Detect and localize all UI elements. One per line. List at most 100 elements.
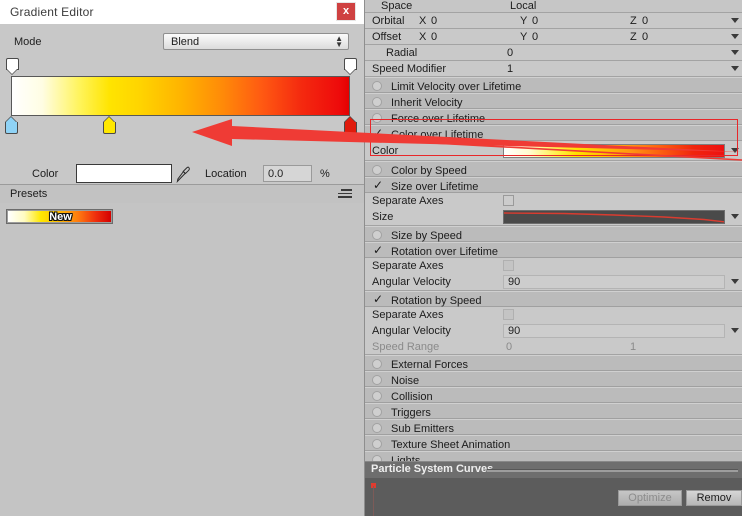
row-rot-lifetime-angular-velocity: Angular Velocity 90 <box>365 274 742 291</box>
offset-x-axis: X <box>419 31 427 43</box>
offset-z-axis: Z <box>630 31 637 43</box>
angular-velocity-input[interactable]: 90 <box>503 275 725 289</box>
separate-axes-checkbox[interactable] <box>503 260 514 271</box>
space-label: Space <box>381 0 413 12</box>
orbital-x-value[interactable]: 0 <box>431 15 437 27</box>
module-size-by-speed[interactable]: Size by Speed <box>365 226 742 242</box>
row-rot-lifetime-separate-axes: Separate Axes <box>365 258 742 274</box>
module-toggle-icon[interactable] <box>372 81 382 91</box>
module-size-over-lifetime[interactable]: ✓ Size over Lifetime <box>365 177 742 193</box>
checkmark-icon[interactable]: ✓ <box>372 244 384 257</box>
row-radial: Radial 0 <box>365 45 742 61</box>
speed-range-min[interactable]: 0 <box>506 341 512 353</box>
mode-dropdown[interactable]: Blend ▲ ▼ <box>163 33 349 50</box>
module-toggle-icon[interactable] <box>372 165 382 175</box>
size-label: Size <box>372 211 394 223</box>
chevron-down-icon[interactable] <box>731 34 739 39</box>
module-toggle-icon[interactable] <box>372 407 382 417</box>
list-item[interactable]: New <box>6 209 113 224</box>
orbital-z-axis: Z <box>630 15 637 27</box>
row-size-curve: Size <box>365 209 742 226</box>
optimize-button[interactable]: Optimize <box>618 490 682 506</box>
module-toggle-icon[interactable] <box>372 423 382 433</box>
size-curve-field[interactable] <box>503 210 725 224</box>
chevron-down-icon[interactable] <box>731 50 739 55</box>
speed-modifier-value[interactable]: 1 <box>507 63 513 75</box>
remove-button[interactable]: Remov <box>686 490 742 506</box>
color-swatch[interactable] <box>76 164 172 183</box>
angular-velocity-label: Angular Velocity <box>372 276 451 288</box>
module-force-over-lifetime[interactable]: Force over Lifetime <box>365 109 742 125</box>
offset-y-value[interactable]: 0 <box>532 31 538 43</box>
checkmark-icon[interactable]: ✓ <box>372 293 384 306</box>
gradient-editor-body: Mode Blend ▲ ▼ Color Location 0.0 % Pres… <box>0 24 364 516</box>
alpha-stop-start[interactable] <box>6 58 19 76</box>
location-input[interactable]: 0.0 <box>263 165 312 182</box>
chevron-down-icon[interactable] <box>731 148 739 153</box>
location-unit: % <box>320 168 330 180</box>
module-toggle-icon[interactable] <box>372 230 382 240</box>
module-toggle-icon[interactable] <box>372 359 382 369</box>
color-gradient-field[interactable] <box>503 144 725 158</box>
orbital-z-value[interactable]: 0 <box>642 15 648 27</box>
module-triggers[interactable]: Triggers <box>365 403 742 419</box>
chevron-down-icon[interactable] <box>731 328 739 333</box>
offset-y-axis: Y <box>520 31 528 43</box>
module-inherit-velocity[interactable]: Inherit Velocity <box>365 93 742 109</box>
checkmark-icon[interactable]: ✓ <box>372 127 384 140</box>
preset-name: New <box>49 211 72 223</box>
divider <box>487 469 738 472</box>
orbital-x-axis: X <box>419 15 427 27</box>
close-icon[interactable]: x <box>336 2 356 21</box>
orbital-label: Orbital <box>372 15 405 27</box>
module-toggle-icon[interactable] <box>372 439 382 449</box>
presets-header: Presets <box>0 184 364 205</box>
radial-value[interactable]: 0 <box>507 47 513 59</box>
chevron-down-icon[interactable] <box>731 279 739 284</box>
color-field-label: Color <box>372 145 399 157</box>
module-external-forces[interactable]: External Forces <box>365 355 742 371</box>
separate-axes-label: Separate Axes <box>372 309 444 321</box>
speed-range-max[interactable]: 1 <box>630 341 636 353</box>
page-title: Gradient Editor <box>10 5 94 19</box>
module-toggle-icon[interactable] <box>372 97 382 107</box>
gradient-editor-window: Gradient Editor x Mode Blend ▲ ▼ Color L… <box>0 0 365 516</box>
module-rotation-over-lifetime[interactable]: ✓ Rotation over Lifetime <box>365 242 742 258</box>
checkmark-icon[interactable]: ✓ <box>372 179 384 192</box>
chevron-down-icon[interactable] <box>731 18 739 23</box>
color-stop-0[interactable] <box>5 116 18 134</box>
color-stop-2[interactable] <box>344 116 357 134</box>
offset-z-value[interactable]: 0 <box>642 31 648 43</box>
separate-axes-checkbox[interactable] <box>503 309 514 320</box>
row-offset: Offset X 0 Y 0 Z 0 <box>365 29 742 45</box>
chevron-down-icon[interactable] <box>731 214 739 219</box>
module-color-over-lifetime[interactable]: ✓ Color over Lifetime <box>365 125 742 141</box>
module-collision[interactable]: Collision <box>365 387 742 403</box>
mode-row: Mode Blend ▲ ▼ <box>0 33 364 53</box>
alpha-stop-end[interactable] <box>344 58 357 76</box>
separate-axes-checkbox[interactable] <box>503 195 514 206</box>
module-noise[interactable]: Noise <box>365 371 742 387</box>
gradient-preview[interactable] <box>11 76 350 116</box>
module-toggle-icon[interactable] <box>372 375 382 385</box>
curves-title: Particle System Curves <box>371 463 494 475</box>
chevron-down-icon[interactable] <box>731 66 739 71</box>
module-sub-emitters[interactable]: Sub Emitters <box>365 419 742 435</box>
module-limit-velocity-over-lifetime[interactable]: Limit Velocity over Lifetime <box>365 77 742 93</box>
module-texture-sheet-animation[interactable]: Texture Sheet Animation <box>365 435 742 451</box>
row-size-separate-axes: Separate Axes <box>365 193 742 209</box>
module-toggle-icon[interactable] <box>372 391 382 401</box>
eyedropper-icon[interactable] <box>176 165 192 183</box>
module-rotation-by-speed[interactable]: ✓ Rotation by Speed <box>365 291 742 307</box>
space-value[interactable]: Local <box>510 0 536 12</box>
angular-velocity-input[interactable]: 90 <box>503 324 725 338</box>
module-toggle-icon[interactable] <box>372 113 382 123</box>
orbital-y-value[interactable]: 0 <box>532 15 538 27</box>
separate-axes-label: Separate Axes <box>372 260 444 272</box>
row-rot-speed-separate-axes: Separate Axes <box>365 307 742 323</box>
angular-velocity-label: Angular Velocity <box>372 325 451 337</box>
offset-x-value[interactable]: 0 <box>431 31 437 43</box>
preset-menu-icon[interactable] <box>338 189 352 199</box>
module-color-by-speed[interactable]: Color by Speed <box>365 161 742 177</box>
color-stop-1[interactable] <box>103 116 116 134</box>
